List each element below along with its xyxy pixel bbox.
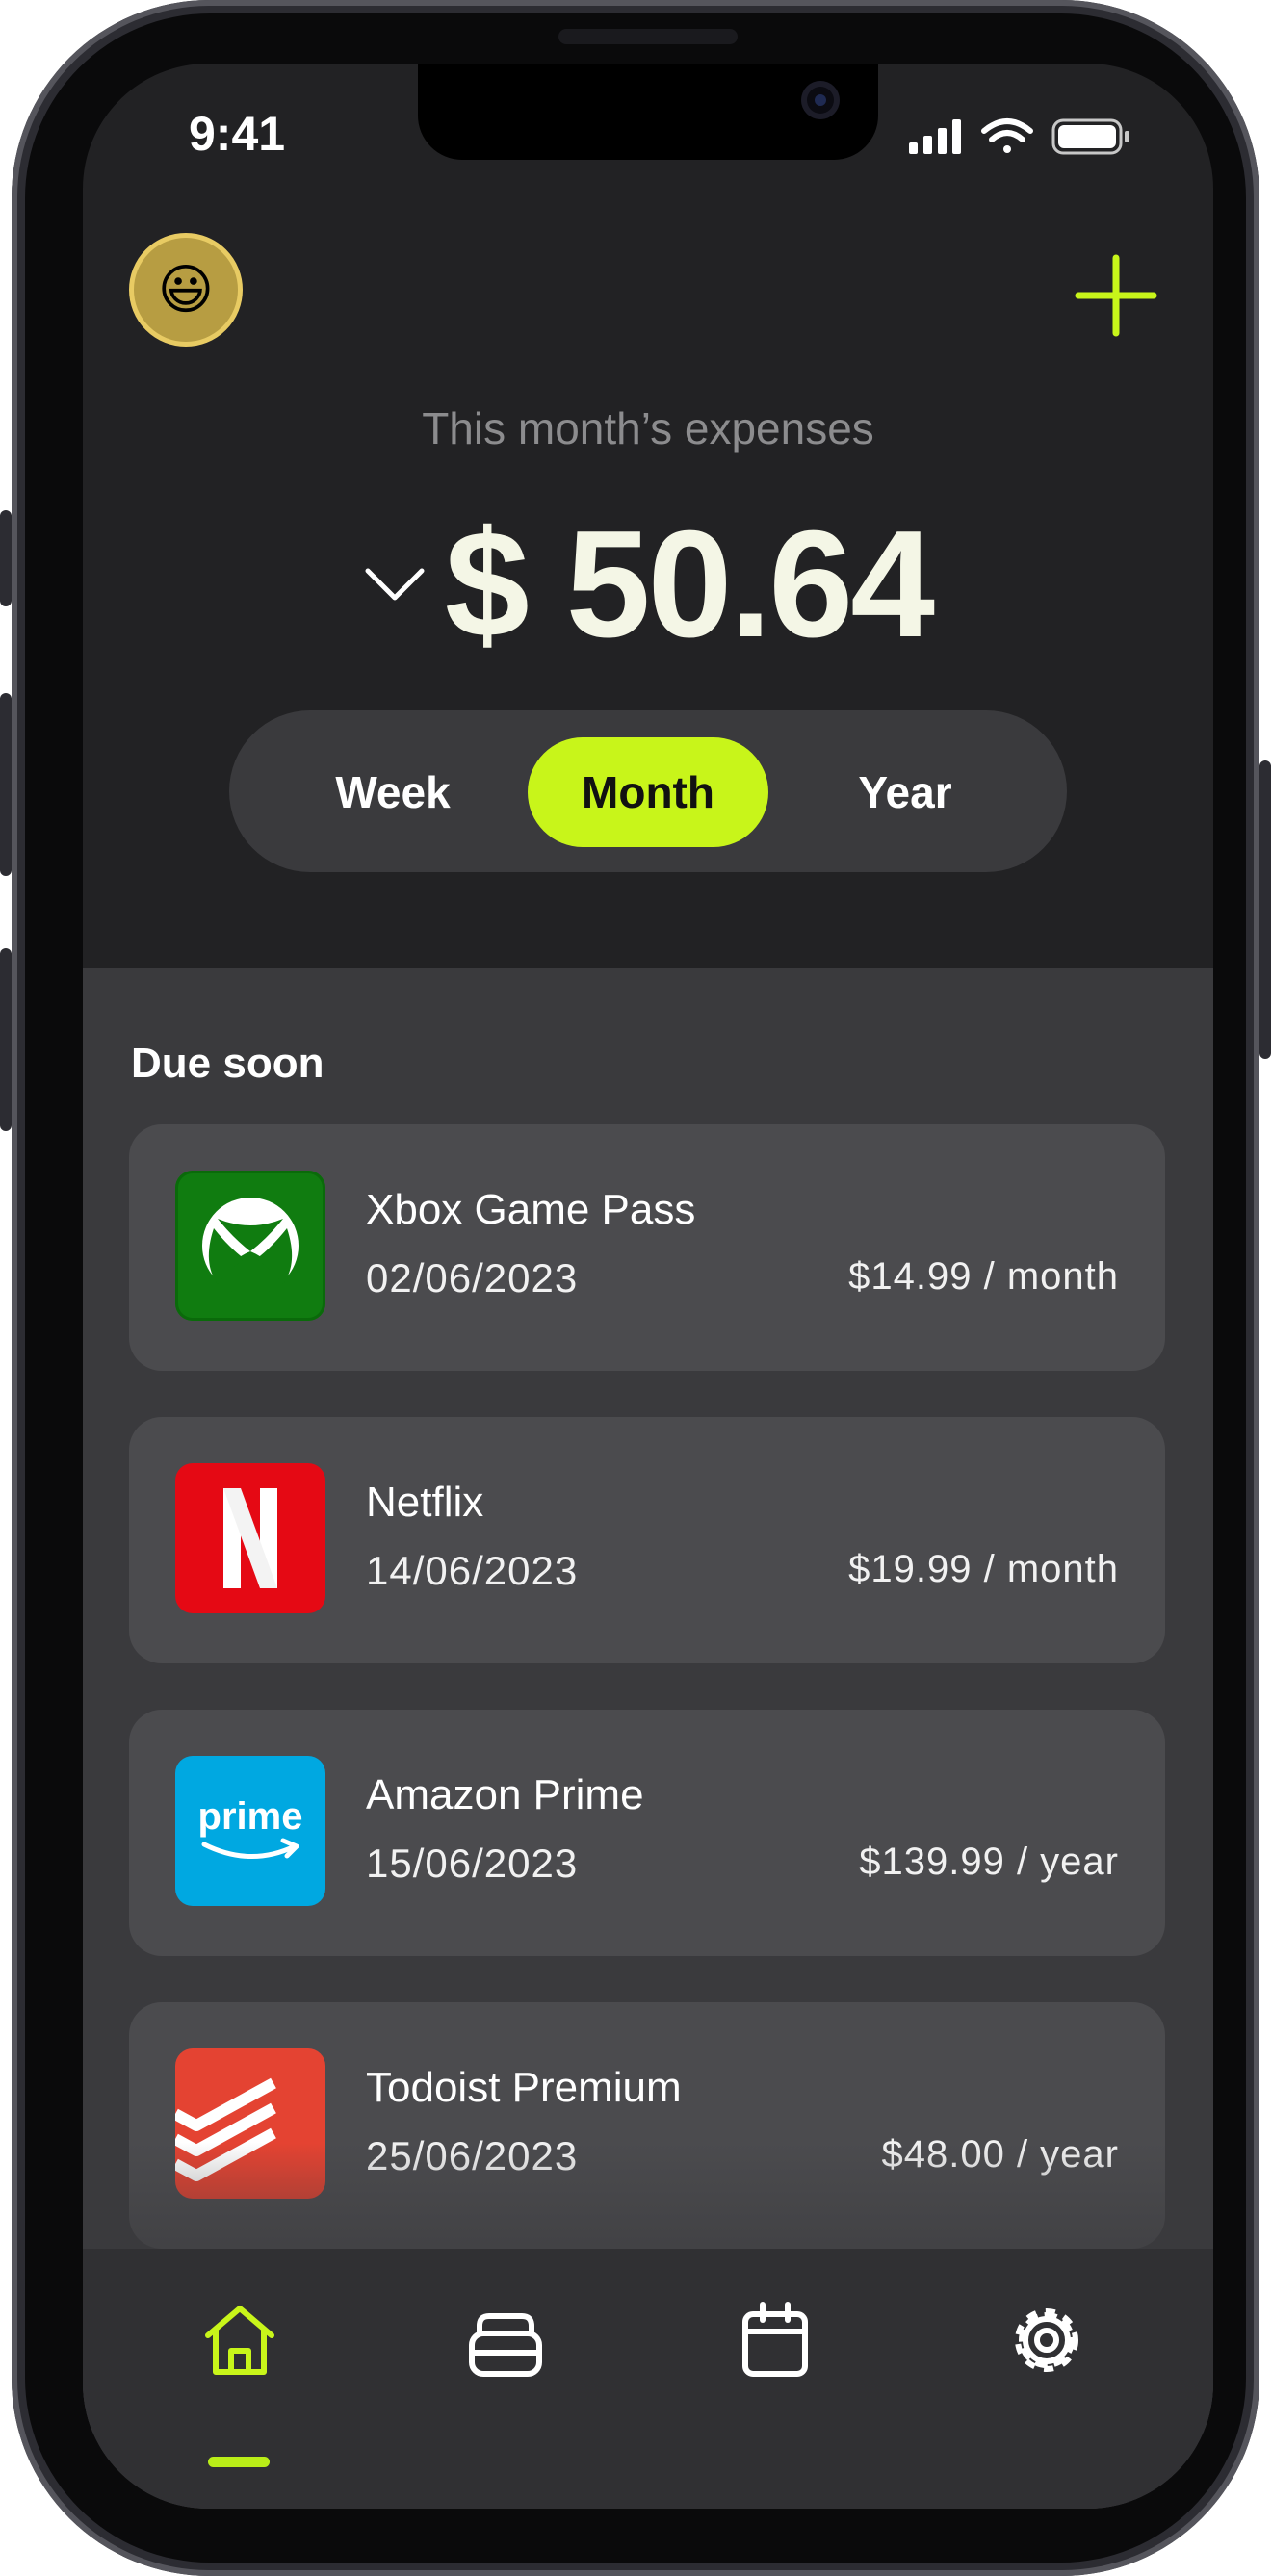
power-button [1259,760,1271,1059]
svg-text:prime: prime [198,1795,303,1838]
calendar-icon[interactable] [732,2297,818,2383]
settings-icon[interactable] [1003,2297,1090,2383]
volume-down-button [0,948,12,1131]
subscription-name: Amazon Prime [366,1771,644,1818]
tab-week[interactable]: Week [277,737,508,847]
app-screen: 9:41 😃 This month’s expenses $ 50.64 Wee… [83,64,1213,2509]
subscription-card[interactable]: prime Amazon Prime 15/06/2023 $139.99 / … [129,1710,1165,1956]
subscription-date: 02/06/2023 [366,1255,579,1301]
xbox-icon [175,1171,325,1321]
subscription-name: Xbox Game Pass [366,1186,696,1233]
total-amount: $ 50.64 [444,499,935,669]
front-camera [801,81,840,119]
phone-frame: 9:41 😃 This month’s expenses $ 50.64 Wee… [0,0,1271,2576]
avatar[interactable]: 😃 [129,233,243,347]
signal-icon [909,119,961,154]
scroll-fade [83,2143,1213,2249]
wifi-icon [981,118,1033,153]
subscription-price: $19.99 / month [848,1548,1119,1590]
section-title: Due soon [131,1040,324,1087]
subscription-date: 15/06/2023 [366,1841,579,1886]
tab-year[interactable]: Year [790,737,1021,847]
subscription-price: $14.99 / month [848,1255,1119,1298]
tab-month[interactable]: Month [528,737,768,847]
amount-row: $ 50.64 [83,500,1213,669]
home-icon[interactable] [196,2297,283,2383]
silent-switch [0,510,12,606]
subscription-price: $139.99 / year [859,1841,1119,1883]
subscription-card[interactable]: Xbox Game Pass 02/06/2023 $14.99 / month [129,1124,1165,1371]
status-icons [909,118,1129,155]
volume-up-button [0,693,12,876]
subscription-date: 14/06/2023 [366,1548,579,1593]
add-icon[interactable] [1073,252,1159,339]
subscription-name: Todoist Premium [366,2064,682,2111]
status-time: 9:41 [189,107,286,161]
subscription-name: Netflix [366,1479,484,1526]
notch [418,64,878,160]
netflix-icon [175,1463,325,1613]
tab-bar [83,2249,1213,2509]
avatar-emoji: 😃 [157,258,215,322]
subscription-card[interactable]: Netflix 14/06/2023 $19.99 / month [129,1417,1165,1663]
battery-icon [1051,118,1129,155]
speaker-grille [558,29,738,44]
prime-icon: prime [175,1756,325,1906]
period-switch: Week Month Year [229,710,1067,872]
expenses-subtitle: This month’s expenses [422,403,874,453]
active-tab-indicator [208,2457,270,2467]
chevron-down-icon[interactable] [364,565,426,604]
wallet-icon[interactable] [462,2297,549,2383]
